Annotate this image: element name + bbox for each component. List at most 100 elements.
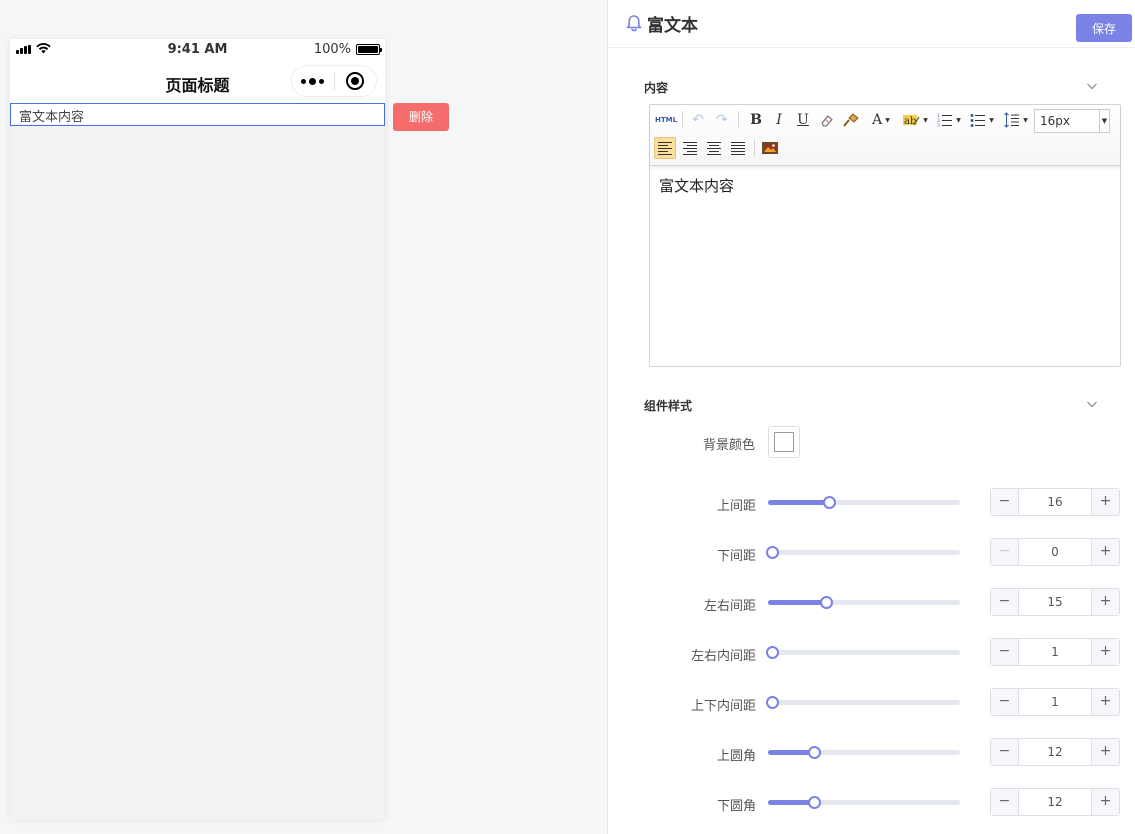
decrement-button[interactable]: −: [991, 489, 1019, 515]
redo-icon[interactable]: ↷: [712, 109, 732, 131]
settings-panel: 富文本 保存 内容 HTML ↶ ↷ B I U A ▼ ab ▼ 1 2 3 …: [607, 0, 1135, 834]
style-slider-row: 左右内间距 −1 +: [608, 638, 1135, 666]
close-target-icon[interactable]: [335, 72, 377, 90]
increment-button[interactable]: +: [1091, 689, 1119, 715]
increment-button[interactable]: +: [1091, 589, 1119, 615]
stepper-value[interactable]: 12: [1019, 789, 1091, 815]
italic-icon[interactable]: I: [770, 109, 788, 131]
slider-track[interactable]: [766, 696, 960, 709]
more-icon[interactable]: [292, 77, 334, 85]
slider-label: 下间距: [716, 549, 756, 564]
style-slider-row: 下圆角 −12 +: [608, 788, 1135, 816]
increment-button[interactable]: +: [1091, 489, 1119, 515]
slider-thumb[interactable]: [766, 696, 779, 709]
eraser-icon[interactable]: [816, 109, 838, 131]
align-justify-icon[interactable]: [727, 137, 749, 159]
number-stepper: −12 +: [990, 788, 1120, 816]
increment-button[interactable]: +: [1091, 739, 1119, 765]
chevron-down-icon[interactable]: [1086, 398, 1098, 410]
battery-percent: 100%: [313, 42, 351, 57]
stepper-value[interactable]: 15: [1019, 589, 1091, 615]
align-center-icon[interactable]: [703, 137, 725, 159]
bg-color-label: 背景颜色: [702, 438, 755, 453]
undo-icon[interactable]: ↶: [688, 109, 708, 131]
slider-thumb[interactable]: [820, 596, 833, 609]
editor-content[interactable]: 富文本内容: [659, 175, 734, 196]
font-color-icon[interactable]: A ▼: [867, 109, 895, 131]
slider-label: 上下内间距: [690, 699, 756, 714]
number-stepper: −12 +: [990, 738, 1120, 766]
dropdown-arrow-icon: ▼: [1099, 110, 1109, 132]
slider-track[interactable]: [766, 546, 960, 559]
color-swatch: [774, 432, 794, 452]
align-right-icon[interactable]: [679, 137, 701, 159]
stepper-value[interactable]: 12: [1019, 739, 1091, 765]
toolbar-divider: [754, 139, 755, 157]
number-stepper: −1 +: [990, 688, 1120, 716]
decrement-button[interactable]: −: [991, 689, 1019, 715]
rich-text-content: 富文本内容: [19, 110, 377, 125]
slider-label: 上圆角: [716, 749, 756, 764]
html-source-button[interactable]: HTML: [655, 109, 677, 131]
slider-track[interactable]: [768, 746, 960, 759]
increment-button[interactable]: +: [1091, 539, 1119, 565]
increment-button[interactable]: +: [1091, 639, 1119, 665]
font-size-value: 16px: [1040, 114, 1070, 128]
toolbar-divider: [682, 111, 683, 129]
stepper-value[interactable]: 1: [1019, 689, 1091, 715]
svg-text:3: 3: [937, 123, 940, 128]
bg-color-picker[interactable]: [768, 426, 800, 458]
slider-thumb[interactable]: [808, 746, 821, 759]
ordered-list-icon[interactable]: 123 ▼: [935, 109, 963, 131]
decrement-button[interactable]: −: [991, 739, 1019, 765]
font-size-select[interactable]: 16px ▼: [1034, 109, 1110, 133]
insert-image-icon[interactable]: [759, 137, 781, 159]
align-left-icon[interactable]: [654, 137, 676, 159]
editor-toolbar: HTML ↶ ↷ B I U A ▼ ab ▼ 123 ▼ ▼ ▼ 16px ▼: [650, 105, 1120, 166]
decrement-button[interactable]: −: [991, 589, 1019, 615]
style-slider-row: 上下内间距 −1 +: [608, 688, 1135, 716]
phone-preview: 9:41 AM 100% 页面标题 富文本内容: [10, 39, 385, 820]
slider-label: 左右内间距: [690, 649, 756, 664]
bell-icon: [626, 15, 642, 32]
decrement-button[interactable]: −: [991, 539, 1019, 565]
number-stepper: −0 +: [990, 538, 1120, 566]
battery-icon: [356, 44, 382, 55]
nav-bar: 页面标题: [10, 61, 385, 103]
slider-track[interactable]: [768, 796, 960, 809]
chevron-down-icon[interactable]: [1086, 80, 1098, 92]
svg-text:ab: ab: [904, 116, 916, 127]
delete-button[interactable]: 删除: [393, 103, 449, 131]
increment-button[interactable]: +: [1091, 789, 1119, 815]
slider-fill: [768, 500, 829, 505]
status-bar: 9:41 AM 100%: [10, 39, 385, 61]
slider-thumb[interactable]: [766, 646, 779, 659]
save-button[interactable]: 保存: [1076, 14, 1132, 42]
style-section-title: 组件样式: [644, 399, 693, 413]
rich-text-editor: HTML ↶ ↷ B I U A ▼ ab ▼ 123 ▼ ▼ ▼ 16px ▼…: [649, 104, 1121, 367]
format-painter-icon[interactable]: [840, 109, 862, 131]
slider-thumb[interactable]: [808, 796, 821, 809]
number-stepper: −16 +: [990, 488, 1120, 516]
slider-thumb[interactable]: [823, 496, 836, 509]
decrement-button[interactable]: −: [991, 639, 1019, 665]
underline-icon[interactable]: U: [793, 109, 813, 131]
rich-text-component[interactable]: 富文本内容: [10, 103, 385, 126]
slider-label: 左右间距: [703, 599, 756, 614]
number-stepper: −15 +: [990, 588, 1120, 616]
style-slider-row: 左右间距 −15 +: [608, 588, 1135, 616]
slider-label: 下圆角: [716, 799, 756, 814]
number-stepper: −1 +: [990, 638, 1120, 666]
slider-track[interactable]: [766, 646, 960, 659]
unordered-list-icon[interactable]: ▼: [968, 109, 996, 131]
stepper-value[interactable]: 16: [1019, 489, 1091, 515]
bold-icon[interactable]: B: [746, 109, 766, 131]
line-height-icon[interactable]: ▼: [1002, 109, 1030, 131]
stepper-value[interactable]: 1: [1019, 639, 1091, 665]
slider-track[interactable]: [768, 496, 960, 509]
slider-thumb[interactable]: [766, 546, 779, 559]
decrement-button[interactable]: −: [991, 789, 1019, 815]
highlight-icon[interactable]: ab ▼: [900, 109, 930, 131]
stepper-value[interactable]: 0: [1019, 539, 1091, 565]
slider-track[interactable]: [768, 596, 960, 609]
